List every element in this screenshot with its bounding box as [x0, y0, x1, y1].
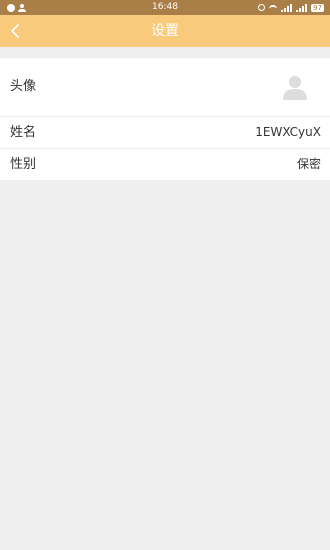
status-right-icons: 97	[258, 0, 324, 15]
page-title: 设置	[151, 23, 179, 39]
battery-icon: 97	[311, 3, 324, 12]
gender-value: 保密	[296, 157, 321, 171]
gender-row[interactable]: 性别 保密	[0, 149, 330, 180]
title-bar: 设置	[0, 15, 330, 47]
gender-label: 性别	[10, 157, 37, 172]
avatar-row[interactable]: 头像	[0, 58, 330, 117]
name-row[interactable]: 姓名 1EWXCyuX	[0, 117, 330, 149]
signal-icon	[281, 3, 293, 12]
name-value: 1EWXCyuX	[255, 125, 321, 139]
user-icon	[283, 76, 307, 100]
signal-2-icon	[296, 3, 308, 12]
status-bar: 16:48 97	[0, 0, 330, 15]
avatar-label: 头像	[10, 79, 37, 94]
name-label: 姓名	[10, 125, 37, 140]
alarm-icon	[258, 4, 266, 11]
wifi-icon	[269, 4, 278, 11]
settings-list: 头像 姓名 1EWXCyuX 性别 保密	[0, 58, 330, 180]
